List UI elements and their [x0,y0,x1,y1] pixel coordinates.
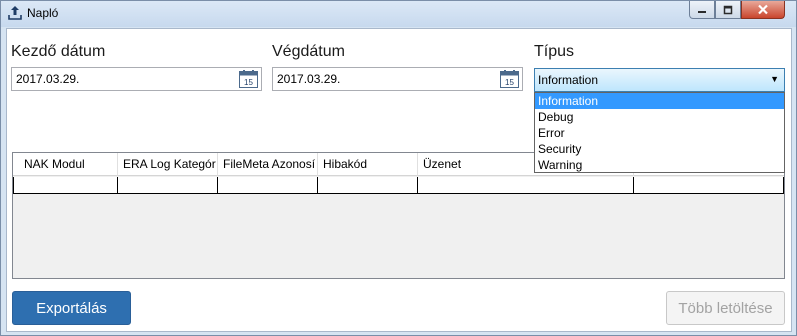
chevron-down-icon[interactable]: ▼ [770,74,779,84]
table-cell[interactable] [318,177,418,194]
column-header-hibakod[interactable]: Hibakód [318,153,418,176]
window-content: Kezdő dátum 2017.03.29. 15 Végdátum 2017… [6,28,792,332]
column-header-filemeta-azonosito[interactable]: FileMeta Azonosí [218,153,318,176]
column-header-era-log-kategoria[interactable]: ERA Log Kategór [118,153,218,176]
svg-text:15: 15 [244,78,253,87]
close-icon [758,4,768,15]
type-dropdown-list: Information Debug Error Security Warning [534,92,785,173]
column-header-nak-modul[interactable]: NAK Modul [13,153,118,176]
load-more-button[interactable]: Több letöltése [666,291,785,325]
calendar-icon[interactable]: 15 [500,70,519,88]
maximize-button[interactable] [715,1,741,19]
type-option-security[interactable]: Security [535,141,784,157]
end-date-label: Végdátum [272,43,345,60]
maximize-icon [723,5,733,14]
type-selected-value: Information [538,73,599,87]
title-bar[interactable]: Napló [1,1,796,27]
export-button[interactable]: Exportálás [12,291,131,325]
table-cell[interactable] [118,177,218,194]
type-option-warning[interactable]: Warning [535,157,784,173]
start-date-value: 2017.03.29. [16,72,80,86]
export-log-icon [8,6,22,20]
start-date-picker[interactable]: 2017.03.29. 15 [11,67,262,91]
minimize-icon [698,10,706,13]
table-row[interactable] [13,177,784,194]
log-window: Napló Kezdő dátum 2017.03.29. 15 Végdátu… [0,0,797,336]
calendar-icon[interactable]: 15 [239,70,258,88]
type-option-debug[interactable]: Debug [535,109,784,125]
svg-text:15: 15 [505,78,514,87]
table-cell[interactable] [13,177,118,194]
table-cell[interactable] [218,177,318,194]
type-label: Típus [534,43,575,60]
type-option-error[interactable]: Error [535,125,784,141]
type-combobox[interactable]: Information ▼ [534,68,785,92]
close-button[interactable] [741,1,785,19]
table-cell[interactable] [634,177,784,194]
end-date-value: 2017.03.29. [277,72,341,86]
type-option-information[interactable]: Information [535,93,784,109]
minimize-button[interactable] [689,1,715,19]
window-title: Napló [27,6,59,20]
end-date-picker[interactable]: 2017.03.29. 15 [272,67,523,91]
start-date-label: Kezdő dátum [11,43,106,60]
table-cell[interactable] [418,177,634,194]
